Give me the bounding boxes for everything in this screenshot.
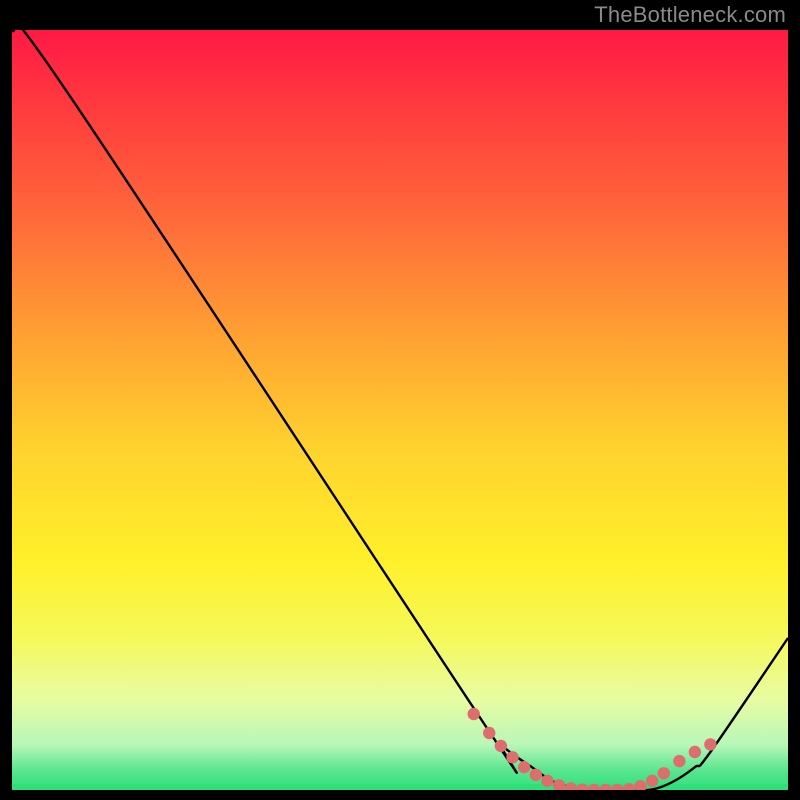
optimal-dot [689, 746, 701, 758]
optimal-dot [468, 708, 480, 720]
heat-gradient [12, 30, 788, 790]
chart-stage: TheBottleneck.com [0, 0, 800, 800]
bottleneck-chart [0, 0, 800, 800]
optimal-dot [483, 727, 495, 739]
optimal-dot [623, 783, 635, 795]
optimal-dot [658, 767, 670, 779]
optimal-dot [576, 783, 588, 795]
optimal-dot [634, 780, 646, 792]
optimal-dot [673, 755, 685, 767]
optimal-dot [565, 782, 577, 794]
optimal-dot [646, 775, 658, 787]
optimal-dot [518, 761, 530, 773]
optimal-dot [530, 769, 542, 781]
optimal-band [12, 784, 788, 790]
optimal-dot [611, 784, 623, 796]
optimal-dot [541, 775, 553, 787]
optimal-dot [588, 784, 600, 796]
optimal-dot [495, 740, 507, 752]
optimal-dot [553, 779, 565, 791]
optimal-dot [599, 784, 611, 796]
optimal-dot [704, 738, 716, 750]
optimal-dot [506, 751, 518, 763]
